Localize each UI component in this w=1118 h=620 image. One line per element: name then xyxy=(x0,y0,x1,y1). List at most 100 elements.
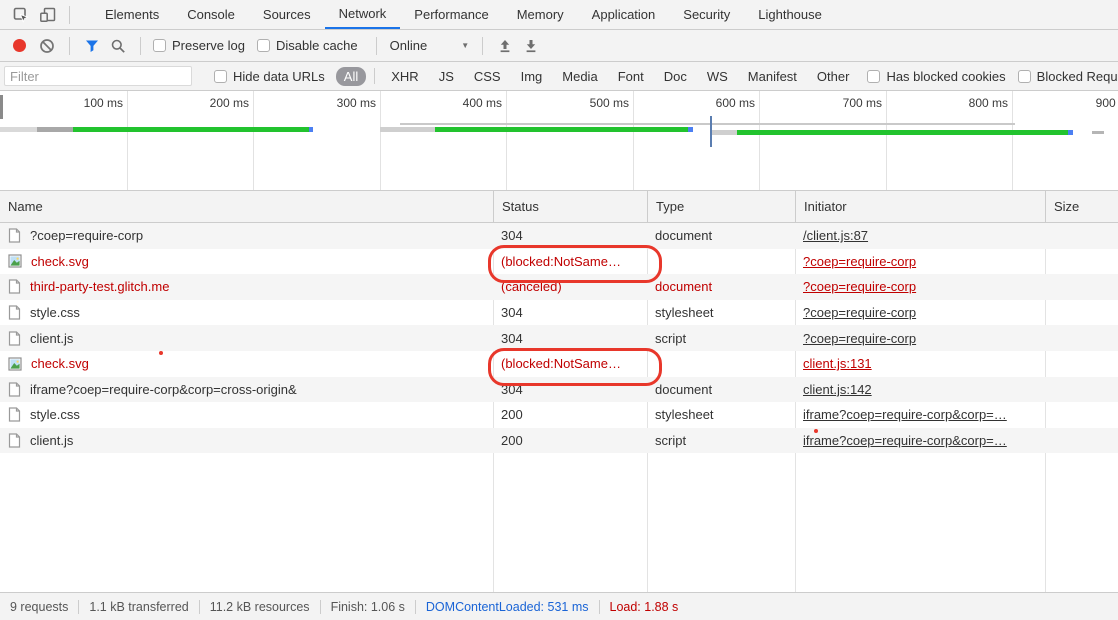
request-name: third-party-test.glitch.me xyxy=(30,279,169,294)
divider xyxy=(69,6,70,24)
table-row[interactable]: client.js200scriptiframe?coep=require-co… xyxy=(0,428,1118,454)
status-text: 200 xyxy=(501,407,523,422)
name-cell: iframe?coep=require-corp&corp=cross-orig… xyxy=(0,377,493,403)
disable-cache-checkbox[interactable]: Disable cache xyxy=(257,38,358,53)
export-har-icon[interactable] xyxy=(518,34,544,58)
table-row[interactable]: iframe?coep=require-corp&corp=cross-orig… xyxy=(0,377,1118,403)
filter-pill-img[interactable]: Img xyxy=(513,67,551,86)
name-cell: check.svg xyxy=(0,351,493,377)
filter-pill-manifest[interactable]: Manifest xyxy=(740,67,805,86)
checkbox-box xyxy=(1018,70,1031,83)
clear-icon[interactable] xyxy=(34,34,60,58)
initiator-link[interactable]: /client.js:87 xyxy=(803,228,868,243)
type-cell: stylesheet xyxy=(655,402,795,428)
initiator-cell: client.js:131 xyxy=(803,351,1045,377)
initiator-link[interactable]: ?coep=require-corp xyxy=(803,305,916,320)
table-row[interactable]: style.css304stylesheet?coep=require-corp xyxy=(0,300,1118,326)
filter-funnel-icon[interactable] xyxy=(79,34,105,58)
has-blocked-cookies-label: Has blocked cookies xyxy=(886,69,1005,84)
column-header-size[interactable]: Size xyxy=(1045,191,1118,222)
initiator-link[interactable]: client.js:131 xyxy=(803,356,872,371)
table-row[interactable]: client.js304script?coep=require-corp xyxy=(0,325,1118,351)
tab-performance[interactable]: Performance xyxy=(400,0,502,29)
tab-console[interactable]: Console xyxy=(173,0,249,29)
disable-cache-label: Disable cache xyxy=(276,38,358,53)
initiator-link[interactable]: ?coep=require-corp xyxy=(803,279,916,294)
table-row[interactable]: check.svg(blocked:NotSame…client.js:131 xyxy=(0,351,1118,377)
status-cell: 200 xyxy=(501,428,647,454)
document-icon xyxy=(8,228,21,243)
initiator-cell: ?coep=require-corp xyxy=(803,274,1045,300)
filter-input[interactable] xyxy=(4,66,192,86)
table-row[interactable]: check.svg(blocked:NotSame…?coep=require-… xyxy=(0,249,1118,275)
image-icon xyxy=(8,254,22,268)
tab-network[interactable]: Network xyxy=(325,0,401,29)
filter-pill-font[interactable]: Font xyxy=(610,67,652,86)
dcl-marker-line xyxy=(710,116,712,147)
hide-data-urls-checkbox[interactable]: Hide data URLs xyxy=(214,69,325,84)
initiator-link[interactable]: ?coep=require-corp xyxy=(803,331,916,346)
search-icon[interactable] xyxy=(105,34,131,58)
document-icon xyxy=(8,433,21,448)
column-header-status[interactable]: Status xyxy=(493,191,647,222)
divider xyxy=(140,37,141,55)
summary-item: 9 requests xyxy=(0,600,78,614)
initiator-link[interactable]: iframe?coep=require-corp&corp=… xyxy=(803,433,1007,448)
request-name: check.svg xyxy=(31,356,89,371)
image-icon xyxy=(8,357,22,371)
inspect-icon[interactable] xyxy=(8,3,34,27)
table-row[interactable]: third-party-test.glitch.me (canceled) docu… xyxy=(0,274,1118,300)
tab-memory[interactable]: Memory xyxy=(503,0,578,29)
filter-pill-ws[interactable]: WS xyxy=(699,67,736,86)
column-header-initiator[interactable]: Initiator xyxy=(795,191,1045,222)
status-text: (canceled) xyxy=(501,279,562,294)
panel-tabs: ElementsConsoleSourcesNetworkPerformance… xyxy=(91,0,836,29)
column-header-type[interactable]: Type xyxy=(647,191,795,222)
filter-pill-css[interactable]: CSS xyxy=(466,67,509,86)
tab-security[interactable]: Security xyxy=(669,0,744,29)
tab-application[interactable]: Application xyxy=(578,0,670,29)
tab-sources[interactable]: Sources xyxy=(249,0,325,29)
overview-waterfall-bar xyxy=(1092,131,1104,134)
initiator-link[interactable]: iframe?coep=require-corp&corp=… xyxy=(803,407,1007,422)
type-cell: document xyxy=(655,377,795,403)
divider xyxy=(376,37,377,55)
throttling-select[interactable]: Online ▼ xyxy=(390,38,470,53)
filter-pill-doc[interactable]: Doc xyxy=(656,67,695,86)
has-blocked-cookies-checkbox[interactable]: Has blocked cookies xyxy=(867,69,1005,84)
request-name: style.css xyxy=(30,305,80,320)
tab-elements[interactable]: Elements xyxy=(91,0,173,29)
initiator-link[interactable]: client.js:142 xyxy=(803,382,872,397)
request-name: check.svg xyxy=(31,254,89,269)
type-cell xyxy=(655,249,795,275)
device-toolbar-icon[interactable] xyxy=(34,3,60,27)
table-row[interactable]: ?coep=require-corp304document/client.js:… xyxy=(0,223,1118,249)
table-row[interactable]: style.css200stylesheetiframe?coep=requir… xyxy=(0,402,1118,428)
name-cell: check.svg xyxy=(0,249,493,275)
type-cell: document xyxy=(655,274,795,300)
filter-pill-all[interactable]: All xyxy=(336,67,366,86)
summary-item: 11.2 kB resources xyxy=(200,600,320,614)
type-cell: script xyxy=(655,325,795,351)
initiator-link[interactable]: ?coep=require-corp xyxy=(803,254,916,269)
preserve-log-checkbox[interactable]: Preserve log xyxy=(153,38,245,53)
timeline-overview[interactable]: 100 ms200 ms300 ms400 ms500 ms600 ms700 … xyxy=(0,91,1118,191)
record-button[interactable] xyxy=(13,39,26,52)
timeline-tick-label: 700 ms xyxy=(792,96,882,110)
filter-pill-media[interactable]: Media xyxy=(554,67,605,86)
column-header-name[interactable]: Name xyxy=(0,191,493,222)
import-har-icon[interactable] xyxy=(492,34,518,58)
timeline-tick-label: 800 ms xyxy=(918,96,1008,110)
filter-pill-xhr[interactable]: XHR xyxy=(383,67,426,86)
filter-pill-other[interactable]: Other xyxy=(809,67,858,86)
devtools-window: ElementsConsoleSourcesNetworkPerformance… xyxy=(0,0,1118,620)
overview-waterfall-bar xyxy=(0,127,313,132)
blocked-requests-checkbox[interactable]: Blocked Requests xyxy=(1018,69,1118,84)
blocked-requests-label: Blocked Requests xyxy=(1037,69,1118,84)
divider xyxy=(482,37,483,55)
document-icon xyxy=(8,305,21,320)
document-icon xyxy=(8,228,21,243)
tab-lighthouse[interactable]: Lighthouse xyxy=(744,0,836,29)
filter-pill-js[interactable]: JS xyxy=(431,67,462,86)
status-bar: 9 requests1.1 kB transferred11.2 kB reso… xyxy=(0,592,1118,620)
